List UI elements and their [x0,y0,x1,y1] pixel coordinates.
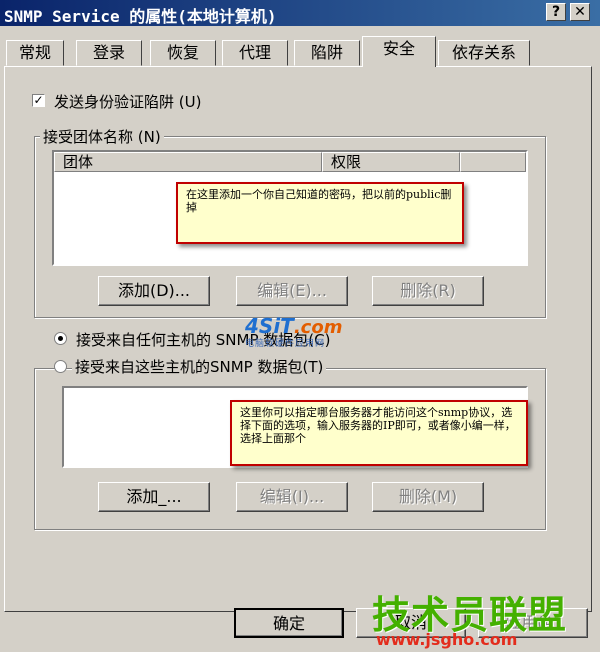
remove-host-button[interactable]: 删除(M) [372,482,484,512]
tab-recovery[interactable]: 恢复 [150,40,216,66]
these-hosts-label[interactable]: 接受来自这些主机的SNMP 数据包(T) [72,356,327,377]
edit-host-button[interactable]: 编辑(I)... [236,482,348,512]
edit-community-button[interactable]: 编辑(E)... [236,276,348,306]
send-auth-trap-checkbox[interactable]: ✓ [32,94,45,107]
site-logo-4sit: 4SiT.com [245,314,343,338]
column-rights[interactable]: 权限 [322,152,460,172]
window-title: SNMP Service 的属性(本地计算机) [4,7,277,26]
site-logo-4sit-subtitle: 电脑软硬件应用网 [245,339,326,349]
radio-selected-dot [58,336,63,341]
column-filler [460,152,526,172]
help-button[interactable]: ? [546,3,566,21]
tab-traps[interactable]: 陷阱 [294,40,360,66]
tab-logon[interactable]: 登录 [76,40,142,66]
tab-security[interactable]: 安全 [362,36,436,67]
tab-general[interactable]: 常规 [6,40,64,66]
add-community-button[interactable]: 添加(D)... [98,276,210,306]
annotation-note-hosts: 这里你可以指定哪台服务器才能访问这个snmp协议，选择下面的选项，输入服务器的I… [230,400,528,466]
community-group-title: 接受团体名称 (N) [40,126,164,147]
tab-strip: 常规 登录 恢复 代理 陷阱 安全 依存关系 [0,36,600,67]
tab-agent[interactable]: 代理 [222,40,288,66]
title-bar: SNMP Service 的属性(本地计算机) ? ✕ [0,0,600,26]
send-auth-trap-label[interactable]: 发送身份验证陷阱 (U) [54,91,201,112]
these-hosts-radio[interactable] [54,360,67,373]
any-host-radio[interactable] [54,332,67,345]
ok-button[interactable]: 确定 [234,608,344,638]
check-icon: ✓ [33,93,44,107]
annotation-note-password: 在这里添加一个你自己知道的密码，把以前的public删掉 [176,182,464,244]
column-community[interactable]: 团体 [54,152,322,172]
site-logo-jsgho-url: www.jsgho.com [376,630,518,649]
close-button[interactable]: ✕ [570,3,590,21]
remove-community-button[interactable]: 删除(R) [372,276,484,306]
add-host-button[interactable]: 添加_... [98,482,210,512]
tab-dependencies[interactable]: 依存关系 [438,40,530,66]
